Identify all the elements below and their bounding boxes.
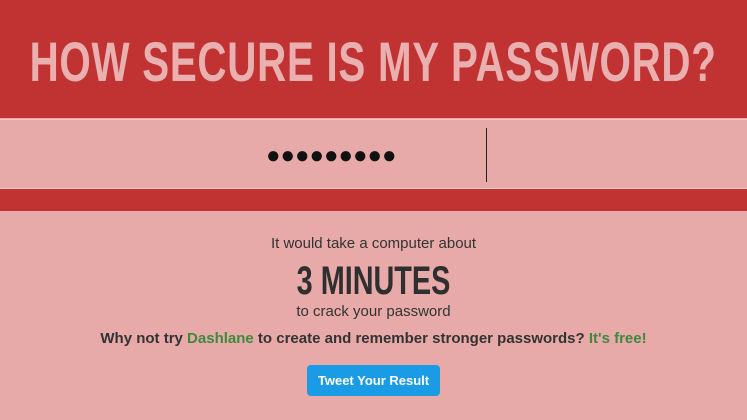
divider-bar xyxy=(0,189,747,211)
result-panel: It would take a computer about 3 MINUTES… xyxy=(0,211,747,396)
password-input[interactable]: ●●●●●●●●● xyxy=(0,119,747,189)
text-caret xyxy=(486,128,487,182)
page-title: HOW SECURE IS MY PASSWORD? xyxy=(29,29,718,93)
promo-text: Why not try Dashlane to create and remem… xyxy=(0,329,747,349)
free-link[interactable]: It's free! xyxy=(589,330,647,347)
crack-time: 3 MINUTES xyxy=(296,259,451,303)
result-lead-text: It would take a computer about xyxy=(270,235,477,252)
tweet-result-button[interactable]: Tweet Your Result xyxy=(306,365,441,396)
result-tail-text: to crack your password xyxy=(296,303,451,320)
dashlane-link[interactable]: Dashlane xyxy=(187,330,254,347)
page-header: HOW SECURE IS MY PASSWORD? xyxy=(0,0,747,118)
password-value: ●●●●●●●●● xyxy=(266,142,397,169)
promo-prefix: Why not try xyxy=(100,330,188,347)
promo-middle: to create and remember stronger password… xyxy=(253,330,589,347)
